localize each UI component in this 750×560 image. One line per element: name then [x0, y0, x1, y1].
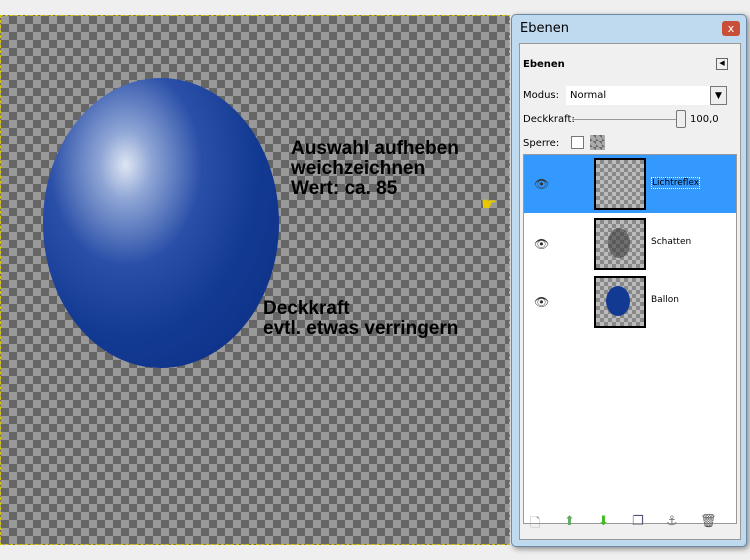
chevron-down-icon[interactable]: ▼: [710, 86, 727, 105]
note-line: Auswahl aufheben: [291, 138, 459, 159]
layers-dialog: Ebenen x Ebenen ◀ Modus: Normal ▼ Deckkr…: [511, 14, 747, 547]
visibility-eye-icon[interactable]: 👁: [534, 237, 549, 251]
layer-thumbnail: [594, 276, 646, 328]
layer-name[interactable]: Schatten: [651, 237, 691, 247]
note-line: evtl. etwas verringern: [263, 318, 459, 339]
panel-menu-icon[interactable]: ◀: [716, 58, 728, 70]
image-canvas[interactable]: Auswahl aufheben weichzeichnen Wert: ca.…: [0, 15, 510, 545]
opacity-label: Deckkraft:: [523, 114, 575, 125]
panel-heading: Ebenen: [523, 59, 565, 70]
layer-thumbnail: [594, 158, 646, 210]
duplicate-layer-icon[interactable]: ❐: [632, 514, 644, 529]
opacity-value[interactable]: 100,0: [690, 114, 719, 125]
layer-row[interactable]: 👁 Schatten: [524, 215, 736, 273]
instruction-text: Deckkraft evtl. etwas verringern: [263, 299, 458, 339]
visibility-eye-icon[interactable]: 👁: [534, 295, 549, 309]
lock-label: Sperre:: [523, 138, 560, 149]
lock-pixels-checkbox[interactable]: [571, 136, 584, 149]
lock-alpha-icon[interactable]: [590, 135, 605, 150]
new-layer-icon[interactable]: 🗋: [530, 514, 540, 536]
dialog-title: Ebenen: [520, 21, 569, 36]
mode-label: Modus:: [523, 90, 560, 101]
opacity-slider[interactable]: [572, 119, 682, 120]
instruction-text: Auswahl aufheben weichzeichnen Wert: ca.…: [291, 139, 459, 199]
visibility-eye-icon[interactable]: 👁: [534, 177, 549, 191]
layer-name[interactable]: Ballon: [651, 295, 679, 305]
close-button[interactable]: x: [722, 21, 740, 36]
anchor-layer-icon[interactable]: ⚓: [666, 514, 678, 529]
raise-layer-icon[interactable]: ⬆: [564, 514, 575, 529]
note-line: weichzeichnen: [291, 158, 426, 179]
opacity-slider-handle[interactable]: [676, 110, 686, 128]
layer-row[interactable]: 👁 Ballon: [524, 273, 736, 331]
layers-panel: Ebenen ◀ Modus: Normal ▼ Deckkraft: 100,…: [519, 43, 741, 540]
note-line: Deckkraft: [263, 298, 350, 319]
delete-layer-icon[interactable]: 🗑: [700, 514, 717, 529]
note-line: Wert: ca. 85: [291, 178, 398, 199]
layer-row[interactable]: 👁 Lichtreflex: [524, 155, 736, 213]
pointing-hand-icon: ☛: [481, 194, 498, 215]
balloon-shape: [43, 78, 279, 368]
lower-layer-icon[interactable]: ⬇: [598, 514, 609, 529]
layer-name[interactable]: Lichtreflex: [651, 177, 701, 189]
layer-thumbnail: [594, 218, 646, 270]
mode-select[interactable]: Normal: [566, 86, 710, 105]
layer-list: 👁 Lichtreflex 👁 Schatten 👁 Ballon: [523, 154, 737, 524]
